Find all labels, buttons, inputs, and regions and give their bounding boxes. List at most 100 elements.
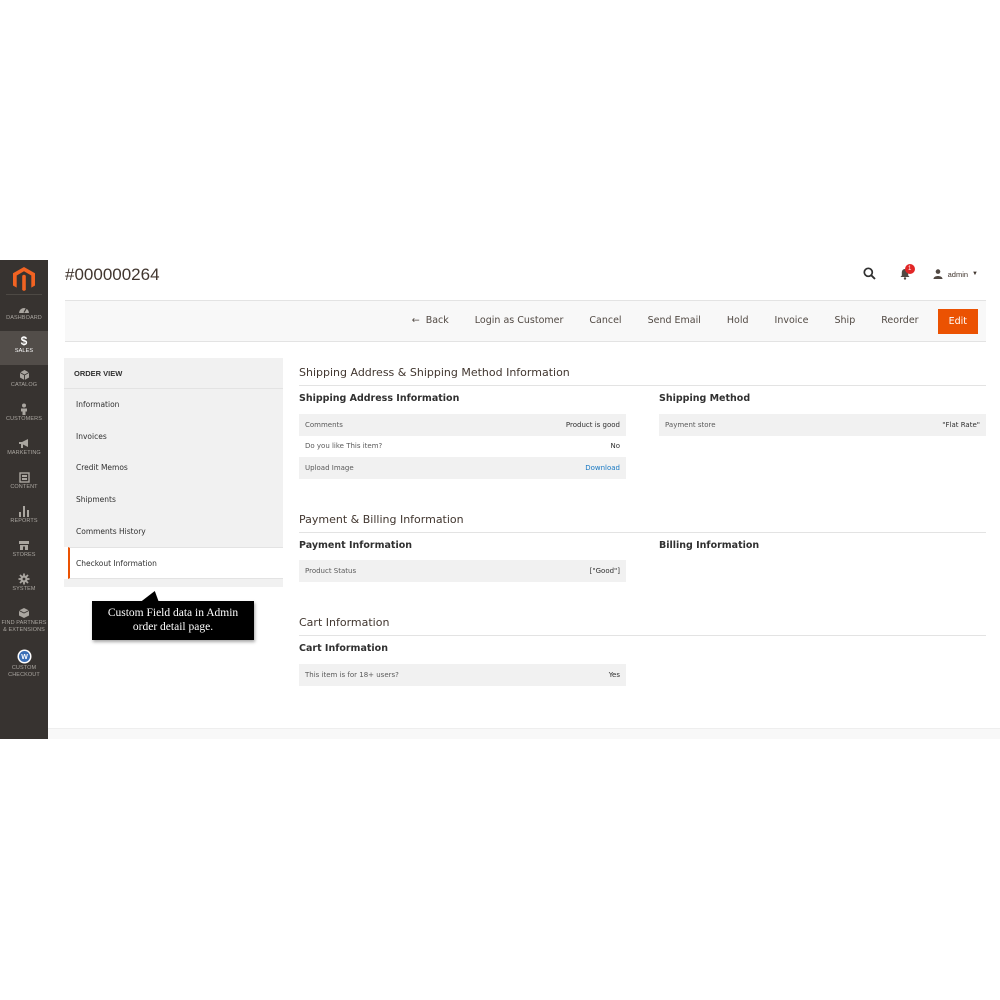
- row-value: Yes: [608, 670, 620, 679]
- hold-button[interactable]: Hold: [714, 309, 762, 333]
- sidebar-item-find-partners[interactable]: FIND PARTNERS & EXTENSIONS: [0, 603, 48, 639]
- search-icon[interactable]: [863, 267, 877, 281]
- sidebar-item-marketing[interactable]: MARKETING: [0, 433, 48, 467]
- payment-information-title: Payment Information: [299, 540, 413, 551]
- send-email-button[interactable]: Send Email: [635, 309, 714, 333]
- tab-information[interactable]: Information: [64, 389, 283, 421]
- notifications-button[interactable]: 1: [899, 264, 915, 281]
- edit-button[interactable]: Edit: [937, 308, 978, 334]
- tab-invoices[interactable]: Invoices: [64, 420, 283, 453]
- sidebar-item-dashboard[interactable]: DASHBOARD: [0, 298, 48, 332]
- w-logo-icon: W: [0, 649, 48, 665]
- tab-credit-memos[interactable]: Credit Memos: [64, 452, 283, 485]
- row-label: Payment store: [665, 420, 716, 429]
- sidebar-item-customers[interactable]: CUSTOMERS: [0, 399, 48, 433]
- tab-checkout-information[interactable]: Checkout Information: [68, 547, 283, 580]
- sidebar-item-catalog[interactable]: CATALOG: [0, 365, 48, 399]
- dollar-icon: $: [20, 334, 28, 348]
- annotation-callout: Custom Field data in Admin order detail …: [92, 601, 254, 640]
- section-title-cart: Cart Information: [299, 616, 986, 636]
- cart-information-table: This item is for 18+ users? Yes: [299, 664, 626, 686]
- admin-sidebar: DASHBOARD $ SALES CATALOG CUSTOMERS MARK…: [0, 260, 48, 739]
- arrow-left-icon: ←: [411, 315, 420, 326]
- table-row: Comments Product is good: [299, 414, 626, 436]
- header-actions: 1 admin ▼: [863, 264, 978, 283]
- tabs-title: ORDER VIEW: [64, 358, 283, 389]
- table-row: Product Status ["Good"]: [299, 560, 626, 582]
- notification-badge: 1: [904, 264, 915, 274]
- table-row: Do you like This item? No: [299, 436, 626, 458]
- shipping-method-table: Payment store "Flat Rate": [659, 414, 986, 436]
- tabs-footer: [64, 579, 283, 588]
- svg-text:W: W: [21, 654, 28, 661]
- invoice-button[interactable]: Invoice: [762, 309, 822, 333]
- content-icon: [0, 470, 48, 484]
- sidebar-item-label: SYSTEM: [12, 586, 36, 592]
- row-value: ["Good"]: [589, 566, 620, 575]
- back-label: Back: [425, 315, 449, 326]
- section-title-payment: Payment & Billing Information: [299, 513, 986, 533]
- tab-shipments[interactable]: Shipments: [64, 484, 283, 516]
- row-value: No: [610, 442, 620, 451]
- sidebar-item-stores[interactable]: STORES: [0, 535, 48, 569]
- tab-comments-history[interactable]: Comments History: [64, 515, 283, 548]
- sidebar-item-label: MARKETING: [7, 450, 41, 456]
- sidebar-item-custom-checkout[interactable]: W CUSTOM CHECKOUT: [0, 646, 48, 686]
- table-row: This item is for 18+ users? Yes: [299, 664, 626, 686]
- order-view-tabs: ORDER VIEW Information Invoices Credit M…: [64, 358, 283, 588]
- shipping-address-table: Comments Product is good Do you like Thi…: [299, 414, 626, 479]
- chevron-down-icon: ▼: [972, 271, 978, 277]
- shipping-address-title: Shipping Address Information: [299, 393, 460, 404]
- sidebar-item-label: REPORTS: [10, 518, 38, 524]
- sidebar-item-label: CHECKOUT: [8, 672, 40, 678]
- row-value: Product is good: [565, 420, 620, 429]
- cancel-button[interactable]: Cancel: [576, 309, 634, 333]
- sidebar-item-label: CONTENT: [10, 484, 38, 490]
- sidebar-item-reports[interactable]: REPORTS: [0, 501, 48, 535]
- row-label: Comments: [305, 420, 343, 429]
- sidebar-item-system[interactable]: SYSTEM: [0, 569, 48, 603]
- sidebar-item-label: DASHBOARD: [6, 315, 42, 321]
- sidebar-item-label: CUSTOM: [11, 665, 37, 671]
- login-as-customer-button[interactable]: Login as Customer: [462, 309, 577, 333]
- sidebar-item-label: FIND PARTNERS: [1, 620, 47, 626]
- sidebar-item-label: CUSTOMERS: [6, 416, 42, 422]
- user-name: admin: [947, 269, 969, 279]
- payment-information-table: Product Status ["Good"]: [299, 560, 626, 582]
- sidebar-item-content[interactable]: CONTENT: [0, 467, 48, 501]
- billing-information-title: Billing Information: [659, 540, 760, 551]
- annotation-line: order detail page.: [132, 621, 214, 633]
- person-icon: [0, 402, 48, 416]
- table-row: Upload Image Download: [299, 457, 626, 479]
- row-label: Upload Image: [305, 463, 354, 472]
- ship-button[interactable]: Ship: [822, 309, 869, 333]
- user-icon: [933, 269, 943, 279]
- reorder-button[interactable]: Reorder: [868, 309, 931, 333]
- cart-information-title: Cart Information: [299, 643, 388, 654]
- store-icon: [0, 538, 48, 552]
- page-footer: [48, 728, 1000, 739]
- sidebar-item-sales[interactable]: $ SALES: [0, 331, 48, 365]
- back-button[interactable]: ← Back: [402, 309, 462, 333]
- bar-chart-icon: [0, 504, 48, 518]
- row-label: Do you like This item?: [305, 442, 383, 451]
- page-title: #000000264: [65, 265, 160, 284]
- download-link[interactable]: Download: [585, 464, 620, 472]
- sidebar-item-label: & EXTENSIONS: [3, 627, 45, 633]
- magento-logo-icon[interactable]: [12, 266, 36, 292]
- cube-icon: [0, 368, 48, 382]
- user-menu[interactable]: admin ▼: [933, 269, 978, 279]
- shipping-method-title: Shipping Method: [659, 393, 751, 404]
- row-label: Product Status: [305, 566, 357, 575]
- row-value: "Flat Rate": [942, 420, 980, 429]
- sidebar-item-label: SALES: [14, 348, 34, 354]
- box-icon: [0, 606, 48, 620]
- megaphone-icon: [0, 436, 48, 450]
- row-label: This item is for 18+ users?: [305, 670, 399, 679]
- page-actions-toolbar: ← Back Login as Customer Cancel Send Emai…: [65, 300, 986, 342]
- section-title-shipping: Shipping Address & Shipping Method Infor…: [299, 366, 986, 386]
- gear-icon: [0, 572, 48, 586]
- annotation-line: Custom Field data in Admin: [107, 607, 239, 619]
- sidebar-item-label: STORES: [12, 552, 36, 558]
- sidebar-item-label: CATALOG: [10, 382, 38, 388]
